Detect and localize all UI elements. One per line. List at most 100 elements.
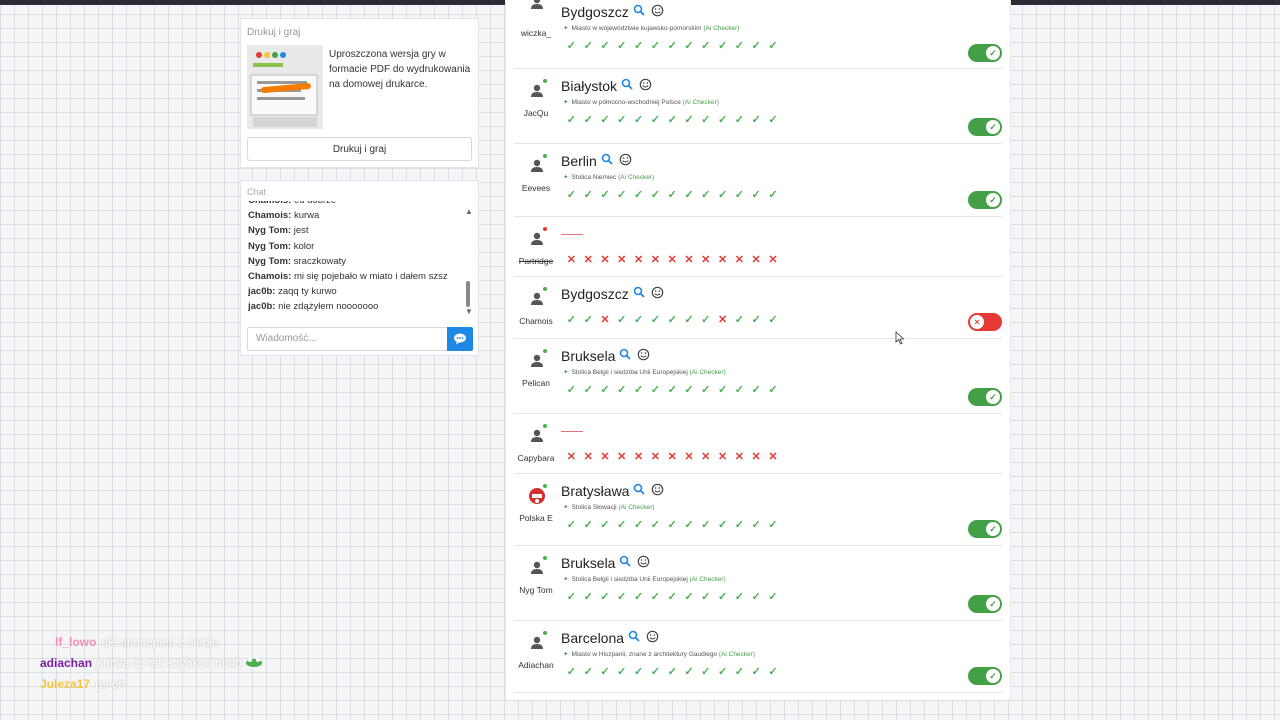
check-icon: ✓: [650, 114, 660, 126]
scroll-down-icon[interactable]: ▼: [465, 307, 473, 316]
chat-message-text: zaqq ty kurwo: [278, 286, 337, 298]
ai-checker-label: (Ai Checker): [618, 504, 655, 511]
check-icon: ✓: [583, 666, 593, 678]
check-icon: ✓: [701, 314, 711, 326]
chat-message-input[interactable]: Wiadomość...: [247, 327, 447, 351]
player-name: Nyg Tom: [519, 585, 553, 595]
check-icon: ✓: [701, 591, 711, 603]
check-icon: ✓: [684, 314, 694, 326]
chat-message: jac0b: nie zdążyłem nooooooo: [248, 299, 466, 314]
accept-toggle[interactable]: ✓: [968, 520, 1002, 538]
check-icon: ✓: [989, 524, 997, 534]
check-icon: ✓: [583, 591, 593, 603]
check-icon: ✓: [684, 384, 694, 396]
chat-scrollbar[interactable]: [466, 281, 470, 307]
player-name: Polska E: [519, 513, 553, 523]
chat-message-text: jest: [293, 225, 309, 237]
chat-messages: Chamois: eu dobrzeChamois: kurwaNyg Tom:…: [248, 201, 466, 319]
answer-word: Bratysława: [561, 483, 664, 500]
overlay-chat-line: lf_lowo ale spocepiec z ciebie: [40, 632, 320, 653]
search-icon[interactable]: [633, 286, 645, 300]
toggle-knob: ✓: [986, 522, 1000, 536]
chat-message: Nyg Tom: sraczkowaty: [248, 254, 466, 269]
check-icon: ✓: [667, 666, 677, 678]
accept-toggle[interactable]: ✓: [968, 44, 1002, 62]
cross-icon: ✕: [717, 451, 728, 463]
chat-message: Chamois: mi się pojebało w miato i dałem…: [248, 269, 466, 284]
smiley-icon[interactable]: [637, 555, 650, 569]
smiley-icon[interactable]: [651, 4, 664, 18]
smiley-icon[interactable]: [639, 78, 652, 92]
accept-toggle[interactable]: ✓: [968, 118, 1002, 136]
accept-toggle[interactable]: ×: [968, 313, 1002, 331]
smiley-icon[interactable]: [651, 483, 664, 497]
chat-message-user: Nyg Tom:: [248, 240, 292, 252]
search-icon[interactable]: [601, 153, 613, 167]
scroll-up-icon[interactable]: ▲: [465, 207, 473, 216]
vote-marks: ✓ ✓ ✕ ✓ ✓ ✓ ✓ ✓ ✓ ✕ ✓ ✓ ✓: [563, 313, 781, 327]
check-icon: ✓: [583, 114, 593, 126]
check-icon: ✓: [633, 114, 644, 126]
search-icon[interactable]: [633, 4, 645, 18]
check-icon: ✓: [734, 314, 744, 326]
accept-toggle[interactable]: ✓: [968, 191, 1002, 209]
chat-message-text: mi się pojebało w miato i dałem szsz: [293, 271, 448, 283]
avatar: [528, 0, 546, 12]
search-icon[interactable]: [621, 78, 633, 92]
search-icon[interactable]: [628, 630, 640, 644]
check-icon: ✓: [701, 384, 711, 396]
cross-icon: ✕: [701, 451, 711, 463]
check-icon: ✓: [667, 314, 677, 326]
cross-icon: ✕: [734, 451, 744, 463]
check-icon: ✓: [734, 519, 744, 531]
search-icon[interactable]: [633, 483, 646, 497]
search-icon[interactable]: [619, 555, 632, 569]
check-icon: ✓: [617, 519, 627, 531]
cross-icon: ✕: [734, 254, 744, 266]
smiley-icon[interactable]: [651, 286, 664, 300]
accept-toggle[interactable]: ✓: [968, 667, 1002, 685]
check-icon: ✓: [768, 666, 778, 678]
send-message-button[interactable]: [447, 327, 473, 351]
cross-icon: ✕: [667, 451, 677, 463]
answer-row: Nyg Tom Bruksela ✦ Stolica Belgii i siedzib…: [514, 547, 1002, 621]
check-icon: ✓: [650, 666, 660, 678]
print-and-play-button[interactable]: Drukuj i graj: [247, 137, 472, 161]
check-icon: ✓: [633, 519, 644, 531]
answer-description: ✦ Miasto w północno-wschodniej Polsce (Ai…: [563, 98, 719, 106]
check-icon: ✓: [566, 114, 576, 126]
chat-message: Nyg Tom: jest: [248, 223, 466, 238]
smiley-icon[interactable]: [646, 630, 659, 644]
player-name: Capybara: [517, 453, 555, 463]
check-icon: ✓: [650, 314, 660, 326]
cross-icon: ✕: [600, 254, 610, 266]
answer-row: Chamois Bydgoszcz ✓ ✓ ✕ ✓ ✓ ✓ ✓ ✓ ✓ ✕ ✓ ✓ ✓ ×: [514, 278, 1002, 339]
check-icon: ✓: [566, 666, 576, 678]
smiley-icon[interactable]: [619, 153, 632, 167]
sparkle-icon: ✦: [563, 576, 569, 583]
sparkle-icon: ✦: [563, 174, 569, 181]
check-icon: ✓: [717, 114, 728, 126]
accept-toggle[interactable]: ✓: [968, 388, 1002, 406]
answer-word: Barcelona: [561, 630, 659, 647]
cross-icon: ✕: [633, 451, 644, 463]
search-icon[interactable]: [619, 348, 632, 362]
accept-toggle[interactable]: ✓: [968, 595, 1002, 613]
check-icon: ✓: [751, 40, 761, 52]
answer-description-text: Stolica Słowacji: [571, 504, 617, 511]
check-icon: ✓: [989, 392, 997, 402]
player-name: Chamois: [519, 316, 553, 326]
check-icon: ✓: [583, 384, 593, 396]
avatar: [528, 634, 546, 652]
check-icon: ✓: [734, 384, 744, 396]
chat-message-text: sraczkowaty: [293, 255, 347, 267]
check-icon: ✓: [684, 591, 694, 603]
answer-word: Berlin: [561, 153, 632, 170]
answer-word: Bydgoszcz: [561, 286, 664, 303]
check-icon: ✓: [617, 666, 627, 678]
answer-row: Capybara ✕ ✕ ✕ ✕ ✕ ✕ ✕ ✕ ✕ ✕ ✕ ✕ ✕: [514, 415, 1002, 474]
chat-message-user: Chamois:: [248, 271, 292, 283]
smiley-icon[interactable]: [637, 348, 650, 362]
avatar: [528, 82, 546, 100]
cross-icon: ✕: [684, 254, 694, 266]
